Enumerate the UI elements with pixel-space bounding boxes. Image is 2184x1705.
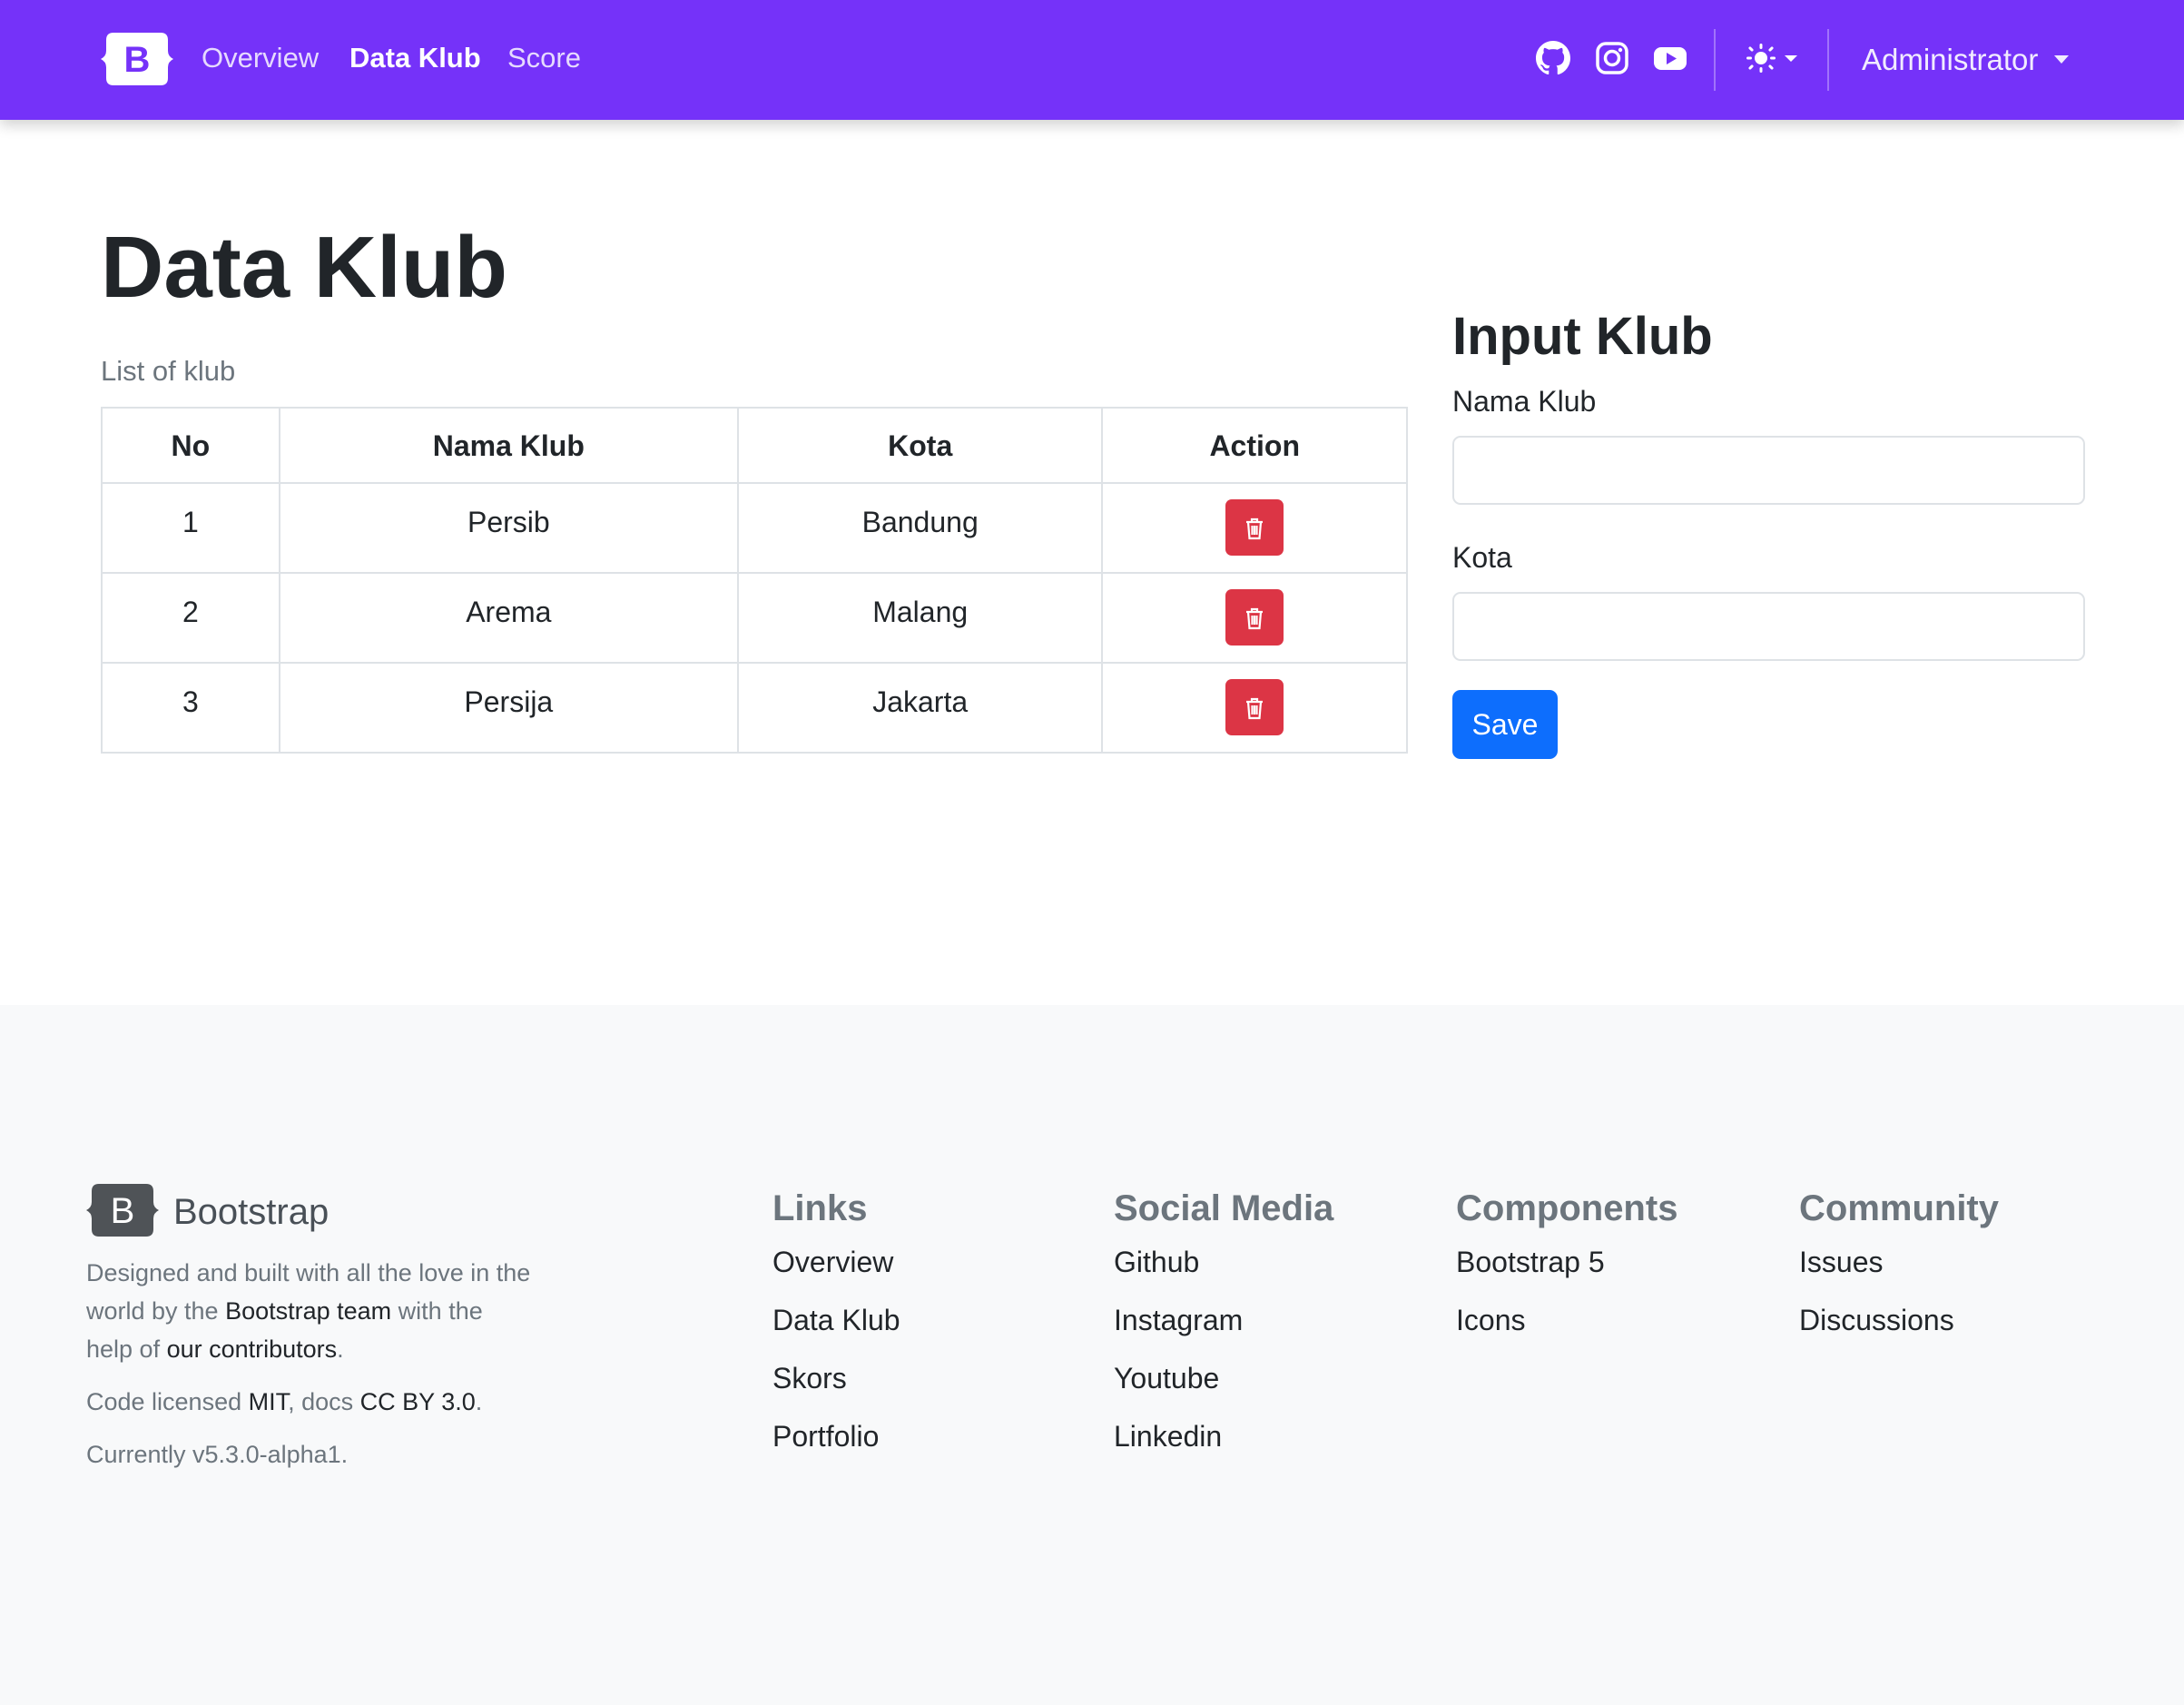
navbar: B Overview Data Klub Score Administrator	[0, 0, 2184, 120]
bootstrap-logo-icon[interactable]: B	[101, 29, 173, 89]
footer-link-issues[interactable]: Issues	[1799, 1244, 1883, 1280]
column-header-nama-klub: Nama Klub	[278, 407, 739, 484]
footer-link-instagram[interactable]: Instagram	[1114, 1302, 1243, 1338]
footer-brand-name: Bootstrap	[173, 1192, 330, 1232]
cell-nama-klub: Arema	[278, 572, 739, 664]
brand-letter: B	[124, 40, 151, 80]
sun-icon	[1746, 44, 1797, 73]
user-menu-label: Administrator	[1862, 43, 2039, 76]
cell-nama-klub: Persib	[278, 482, 739, 574]
table-header-row: No Nama Klub Kota Action	[101, 407, 1408, 484]
cell-no: 3	[101, 662, 280, 754]
instagram-icon[interactable]	[1595, 41, 1629, 75]
nama-klub-label: Nama Klub	[1452, 385, 1597, 418]
mit-license-link[interactable]: MIT	[249, 1388, 289, 1415]
nav-link-overview[interactable]: Overview	[202, 40, 319, 76]
table-caption: List of klub	[101, 355, 236, 387]
footer-link-discussions[interactable]: Discussions	[1799, 1302, 1954, 1338]
klub-table: No Nama Klub Kota Action 1 Persib Bandun…	[101, 407, 1408, 754]
theme-toggle[interactable]	[1744, 40, 1802, 76]
bootstrap-logo-icon: B	[86, 1184, 159, 1237]
footer-link-youtube[interactable]: Youtube	[1114, 1360, 1219, 1396]
footer-version: Currently v5.3.0-alpha1.	[86, 1441, 349, 1468]
footer-about-line: help of our contributors.	[86, 1335, 344, 1363]
column-header-kota: Kota	[736, 407, 1104, 484]
footer-license: Code licensed MIT, docs CC BY 3.0.	[86, 1388, 483, 1415]
svg-text:B: B	[111, 1191, 135, 1231]
trash-icon	[1246, 697, 1264, 720]
kota-label: Kota	[1452, 541, 1512, 574]
navbar-divider	[1714, 29, 1716, 91]
bootstrap-team-link[interactable]: Bootstrap team	[225, 1297, 391, 1325]
cell-nama-klub: Persija	[278, 662, 739, 754]
footer-link-linkedin[interactable]: Linkedin	[1114, 1418, 1222, 1454]
navbar-divider	[1827, 29, 1829, 91]
cell-kota: Jakarta	[736, 662, 1104, 754]
nama-klub-input[interactable]	[1452, 436, 2085, 505]
nav-link-score[interactable]: Score	[507, 40, 581, 76]
cell-kota: Bandung	[736, 482, 1104, 574]
footer-link-icons[interactable]: Icons	[1456, 1302, 1525, 1338]
footer-about-line: world by the Bootstrap team with the	[86, 1297, 483, 1325]
cell-no: 1	[101, 482, 280, 574]
github-icon[interactable]	[1536, 41, 1570, 75]
table-row: 2 Arema Malang	[101, 572, 1408, 664]
cell-kota: Malang	[736, 572, 1104, 664]
delete-button[interactable]	[1225, 679, 1284, 735]
youtube-icon[interactable]	[1653, 41, 1687, 75]
footer-link-bootstrap-5[interactable]: Bootstrap 5	[1456, 1244, 1605, 1280]
footer-heading-community: Community	[1799, 1188, 1999, 1228]
footer-link-overview[interactable]: Overview	[772, 1244, 893, 1280]
cell-action	[1101, 572, 1408, 664]
trash-icon	[1246, 517, 1264, 540]
footer-about-line: Designed and built with all the love in …	[86, 1259, 531, 1286]
footer-heading-links: Links	[772, 1188, 868, 1228]
delete-button[interactable]	[1225, 499, 1284, 556]
delete-button[interactable]	[1225, 589, 1284, 646]
contributors-link[interactable]: our contributors	[167, 1335, 338, 1363]
footer-heading-components: Components	[1456, 1188, 1678, 1228]
trash-icon	[1246, 607, 1264, 630]
footer-heading-social-media: Social Media	[1114, 1188, 1334, 1228]
page-title: Data Klub	[101, 219, 508, 316]
cell-action	[1101, 662, 1408, 754]
kota-input[interactable]	[1452, 592, 2085, 661]
table-row: 1 Persib Bandung	[101, 482, 1408, 574]
footer-link-skors[interactable]: Skors	[772, 1360, 847, 1396]
cell-action	[1101, 482, 1408, 574]
save-button[interactable]: Save	[1452, 690, 1558, 759]
chevron-down-icon	[2054, 54, 2070, 64]
cell-no: 2	[101, 572, 280, 664]
footer-link-github[interactable]: Github	[1114, 1244, 1199, 1280]
column-header-action: Action	[1101, 407, 1408, 484]
footer-link-portfolio[interactable]: Portfolio	[772, 1418, 879, 1454]
column-header-no: No	[101, 407, 280, 484]
user-menu-dropdown[interactable]: Administrator	[1862, 40, 2070, 80]
table-row: 3 Persija Jakarta	[101, 662, 1408, 754]
nav-link-data-klub[interactable]: Data Klub	[349, 40, 481, 76]
footer-link-data-klub[interactable]: Data Klub	[772, 1302, 900, 1338]
form-title: Input Klub	[1452, 307, 1713, 366]
cc-license-link[interactable]: CC BY 3.0	[360, 1388, 476, 1415]
